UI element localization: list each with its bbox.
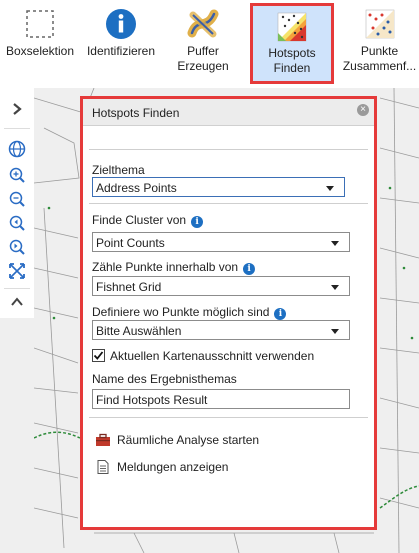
- close-icon[interactable]: ×: [357, 104, 369, 116]
- start-analysis-label: Räumliche Analyse starten: [117, 433, 260, 447]
- cluster-label-row: Finde Cluster von i: [92, 213, 204, 228]
- chevron-down-icon: [326, 186, 334, 191]
- buffer-label: Puffer Erzeugen: [170, 44, 236, 74]
- zielthema-select[interactable]: Address Points: [92, 177, 345, 197]
- full-extent-button[interactable]: [5, 138, 29, 160]
- aggregate-points-icon: [365, 9, 394, 39]
- buffer-tool[interactable]: Puffer Erzeugen: [170, 0, 236, 86]
- hotspot-label-line1: Hotspots: [268, 46, 316, 60]
- cluster-value: Point Counts: [96, 236, 165, 250]
- chevron-down-icon: [331, 285, 339, 290]
- info-icon[interactable]: i: [191, 216, 204, 228]
- aggregate-points-label-line1: Punkte: [360, 44, 399, 58]
- count-select[interactable]: Fishnet Grid: [92, 276, 350, 296]
- chevron-down-icon: [331, 329, 339, 334]
- previous-extent-icon: [9, 215, 25, 231]
- expand-arrows-icon: [9, 263, 25, 279]
- buffer-label-line1: Puffer: [187, 44, 219, 58]
- aggregate-points-label-line2: Zusammenf...: [342, 59, 417, 73]
- map-nav-sidebar: [0, 88, 35, 553]
- document-icon: [97, 460, 109, 474]
- divider-mid: [89, 203, 368, 204]
- zoom-in-icon: [9, 167, 25, 183]
- buffer-label-line2: Erzeugen: [177, 59, 229, 73]
- cluster-label: Finde Cluster von: [92, 213, 187, 227]
- extent-label: Aktuellen Kartenausschnitt verwenden: [110, 349, 315, 363]
- expand-sidebar-button[interactable]: [5, 98, 29, 120]
- where-select[interactable]: Bitte Auswählen: [92, 320, 350, 340]
- result-name-label: Name des Ergebnisthemas: [92, 372, 237, 386]
- map-strip: [0, 318, 34, 553]
- identify-tool[interactable]: Identifizieren: [82, 0, 160, 86]
- count-label: Zähle Punkte innerhalb von: [92, 260, 239, 274]
- zielthema-label: Zielthema: [92, 163, 145, 177]
- identify-label: Identifizieren: [86, 44, 156, 58]
- sidebar-divider-2: [4, 288, 30, 289]
- where-label-row: Definiere wo Punkte möglich sind i: [92, 305, 287, 320]
- aggregate-points-tool[interactable]: Punkte Zusammenf...: [340, 0, 419, 86]
- hotspot-tool[interactable]: Hotspots Finden: [250, 3, 334, 84]
- zoom-in-button[interactable]: [5, 164, 29, 186]
- cluster-select[interactable]: Point Counts: [92, 232, 350, 252]
- zoom-to-extent-button[interactable]: [5, 260, 29, 282]
- zoom-out-icon: [9, 191, 25, 207]
- info-icon[interactable]: i: [274, 308, 287, 320]
- chevron-down-icon: [331, 241, 339, 246]
- extent-checkbox[interactable]: [92, 349, 105, 362]
- result-name-input[interactable]: Find Hotspots Result: [92, 389, 350, 409]
- checkmark-icon: [93, 351, 104, 360]
- count-value: Fishnet Grid: [96, 280, 162, 294]
- show-messages-label: Meldungen anzeigen: [117, 460, 229, 474]
- divider-bottom: [89, 417, 368, 418]
- box-select-tool[interactable]: Boxselektion: [0, 0, 80, 86]
- previous-extent-button[interactable]: [5, 212, 29, 234]
- info-icon: [106, 9, 136, 39]
- buffer-icon: [187, 9, 219, 38]
- collapse-sidebar-button[interactable]: [5, 291, 29, 313]
- globe-icon: [8, 140, 26, 158]
- chevron-right-icon: [13, 103, 22, 115]
- zoom-out-button[interactable]: [5, 188, 29, 210]
- sidebar-divider: [4, 128, 30, 129]
- hotspot-label-line2: Finden: [273, 61, 311, 75]
- aggregate-points-label: Punkte Zusammenf...: [340, 44, 419, 74]
- toolbar: Boxselektion Identifizieren Puffer Erzeu…: [0, 0, 419, 89]
- start-analysis-button[interactable]: Räumliche Analyse starten: [95, 433, 259, 447]
- panel-title: Hotspots Finden: [92, 106, 180, 120]
- hotspot-label: Hotspots Finden: [253, 46, 331, 76]
- info-icon[interactable]: i: [243, 263, 256, 275]
- divider-top: [89, 149, 368, 150]
- box-select-label: Boxselektion: [5, 44, 75, 58]
- toolbox-icon: [96, 433, 110, 446]
- show-messages-button[interactable]: Meldungen anzeigen: [95, 460, 228, 474]
- next-extent-icon: [9, 239, 25, 255]
- where-value: Bitte Auswählen: [96, 324, 182, 338]
- zielthema-value: Address Points: [96, 181, 177, 195]
- panel-header: Hotspots Finden ×: [83, 99, 374, 126]
- chevron-up-icon: [11, 297, 23, 306]
- result-name-value: Find Hotspots Result: [96, 393, 208, 407]
- next-extent-button[interactable]: [5, 236, 29, 258]
- hotspots-panel: Hotspots Finden × Zielthema Address Poin…: [80, 96, 377, 530]
- box-select-icon: [26, 10, 54, 38]
- hotspot-icon: [277, 12, 307, 42]
- where-label: Definiere wo Punkte möglich sind: [92, 305, 270, 319]
- count-label-row: Zähle Punkte innerhalb von i: [92, 260, 256, 275]
